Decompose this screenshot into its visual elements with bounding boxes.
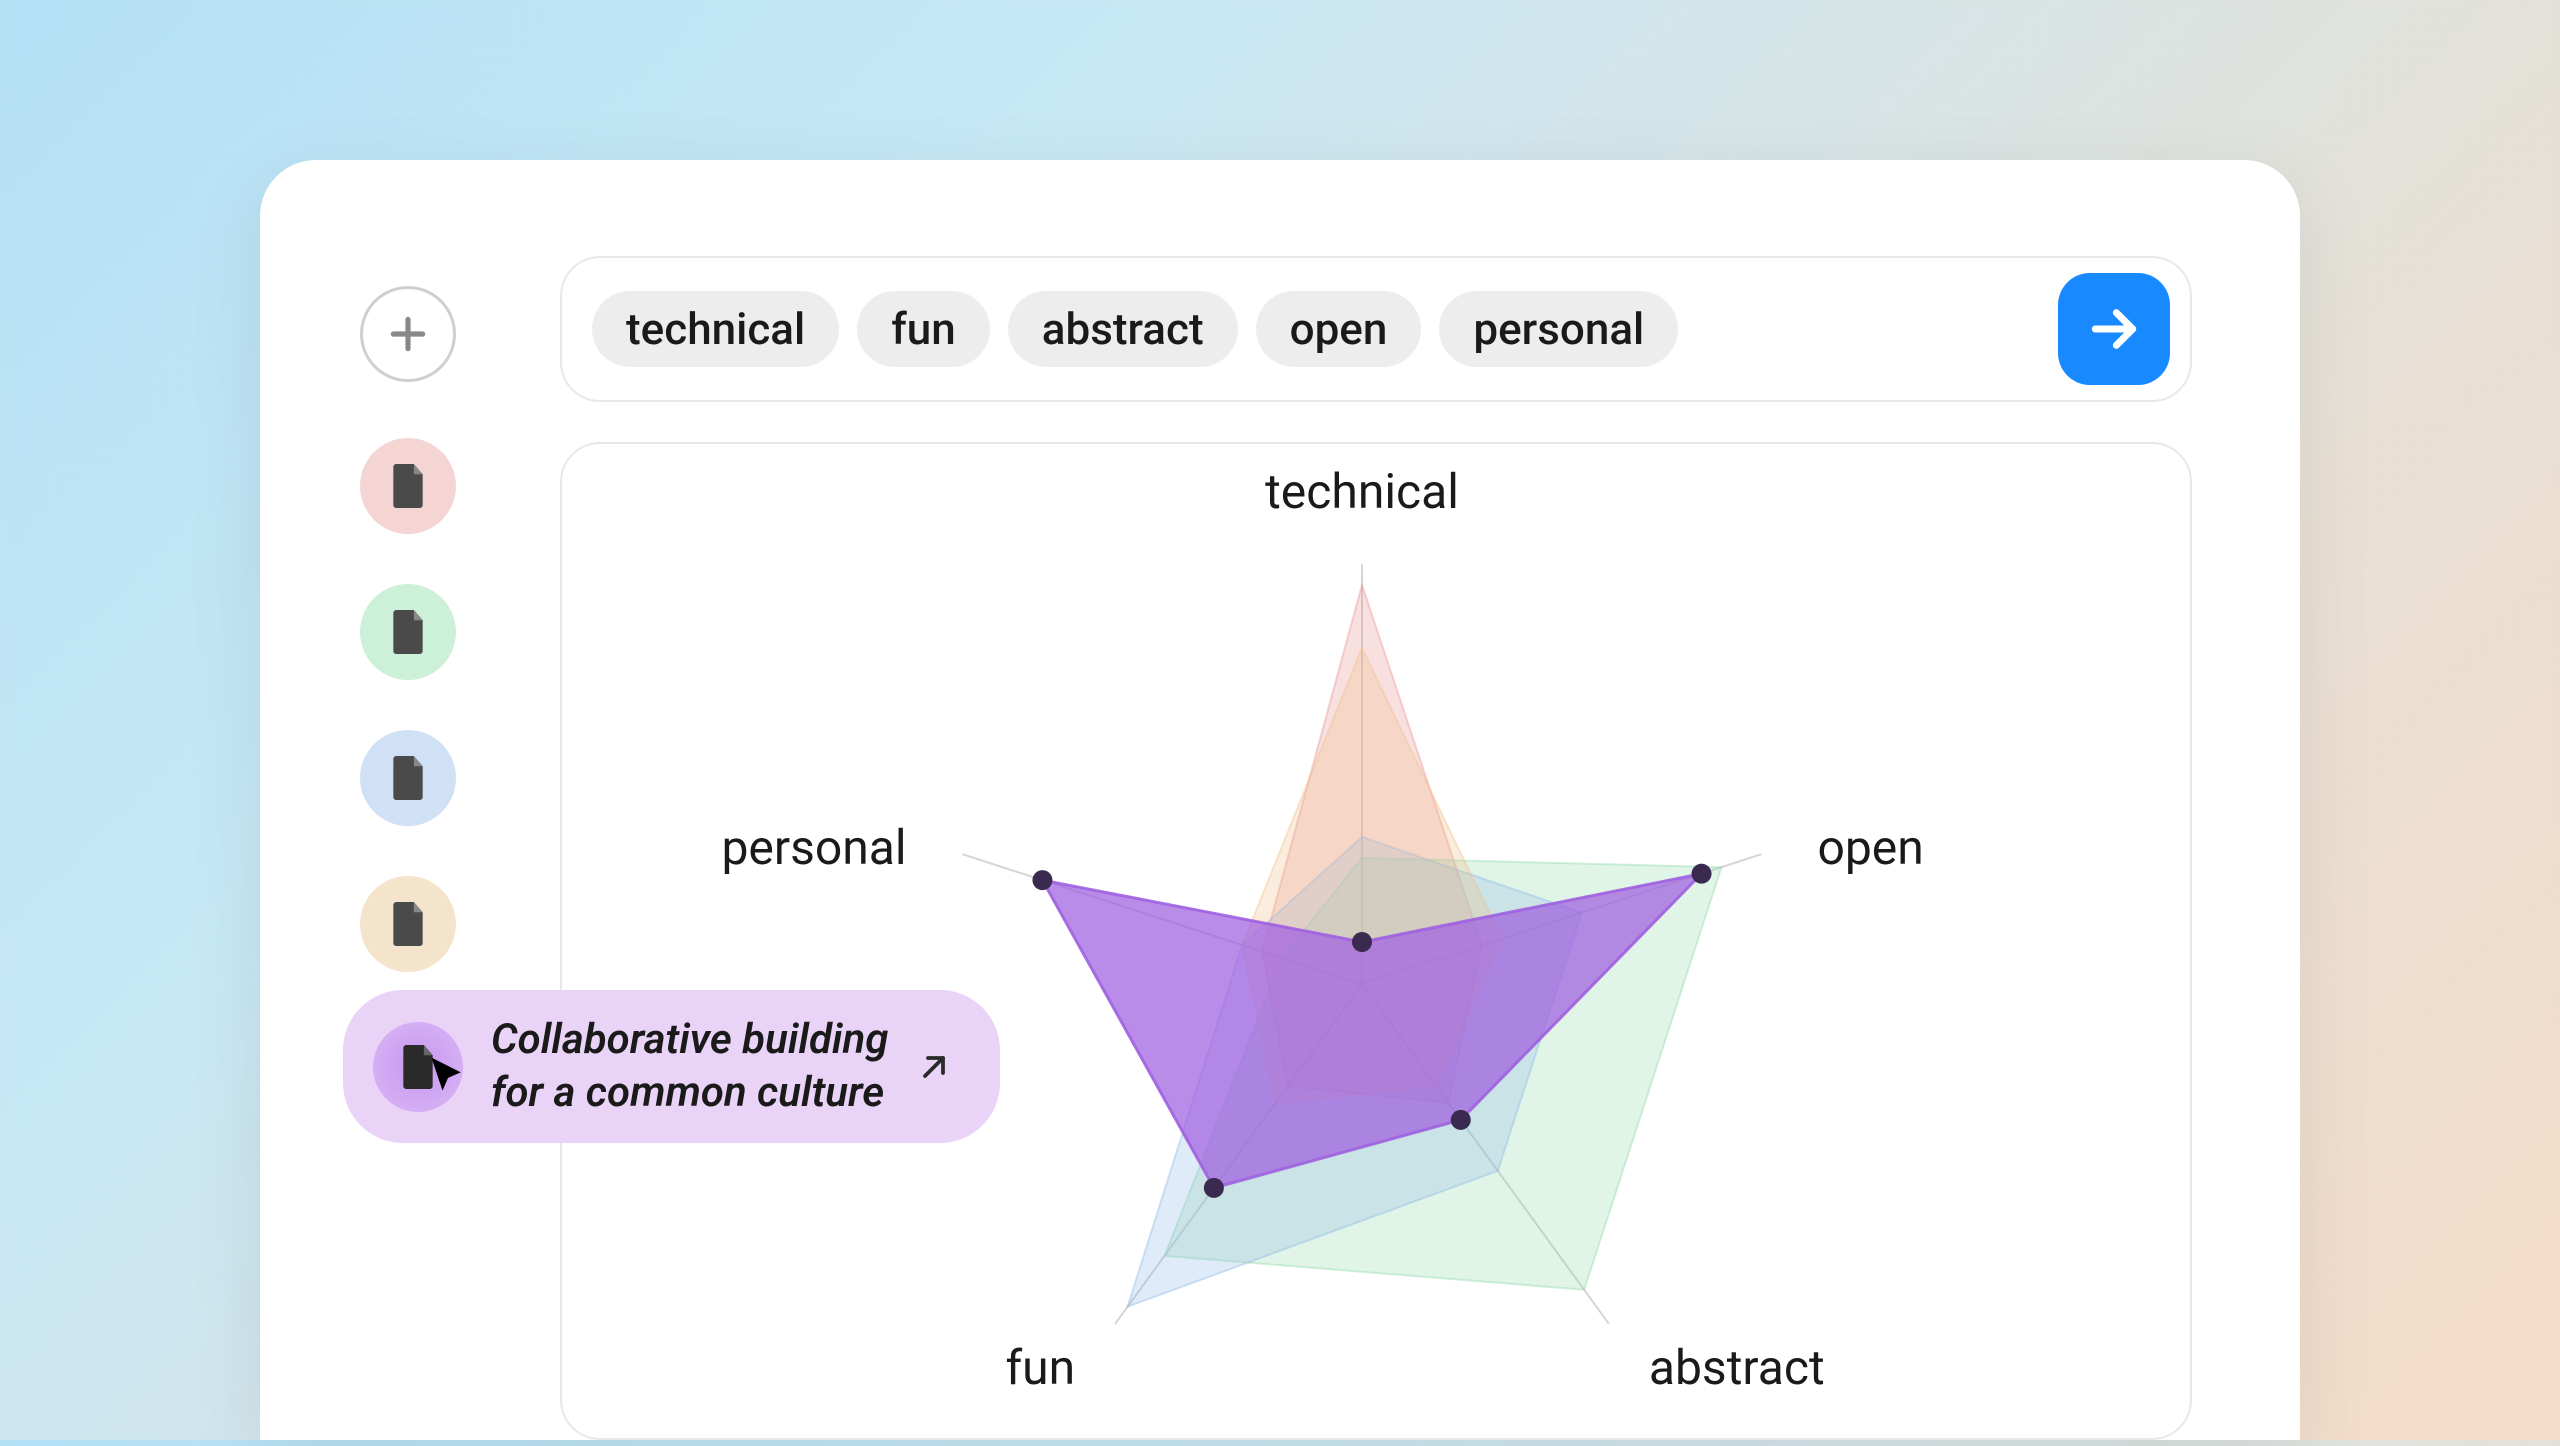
tag-technical[interactable]: technical: [592, 291, 839, 367]
radar-chart: technical open abstract fun personal: [562, 444, 2194, 1442]
tag-personal[interactable]: personal: [1439, 291, 1678, 367]
tag-abstract[interactable]: abstract: [1008, 291, 1238, 367]
tag-row: technical fun abstract open personal: [592, 291, 2058, 367]
tag-open[interactable]: open: [1256, 291, 1422, 367]
app-window: technical fun abstract open personal: [260, 160, 2300, 1440]
axis-label-abstract: abstract: [1649, 1339, 1825, 1396]
radar-chart-panel: technical open abstract fun personal: [560, 442, 2192, 1440]
sidebar-item-2[interactable]: [360, 730, 456, 826]
tag-input-bar[interactable]: technical fun abstract open personal: [560, 256, 2192, 402]
axis-label-technical: technical: [1265, 463, 1459, 520]
sidebar-item-3[interactable]: [360, 876, 456, 972]
axis-label-personal: personal: [721, 819, 906, 876]
cursor-icon: [426, 1054, 470, 1098]
tooltip-text: Collaborative building for a common cult…: [491, 1014, 888, 1119]
sidebar-item-1[interactable]: [360, 584, 456, 680]
tag-fun[interactable]: fun: [857, 291, 990, 367]
add-button[interactable]: [360, 286, 456, 382]
document-icon: [390, 610, 426, 654]
sidebar-item-0[interactable]: [360, 438, 456, 534]
document-icon: [390, 464, 426, 508]
plus-icon: [386, 312, 430, 356]
arrow-right-icon: [2086, 301, 2142, 357]
submit-button[interactable]: [2058, 273, 2170, 385]
arrow-up-right-icon: [916, 1049, 952, 1085]
document-icon: [390, 902, 426, 946]
axis-label-open: open: [1817, 819, 1923, 876]
axis-label-fun: fun: [1005, 1339, 1075, 1396]
document-icon: [390, 756, 426, 800]
